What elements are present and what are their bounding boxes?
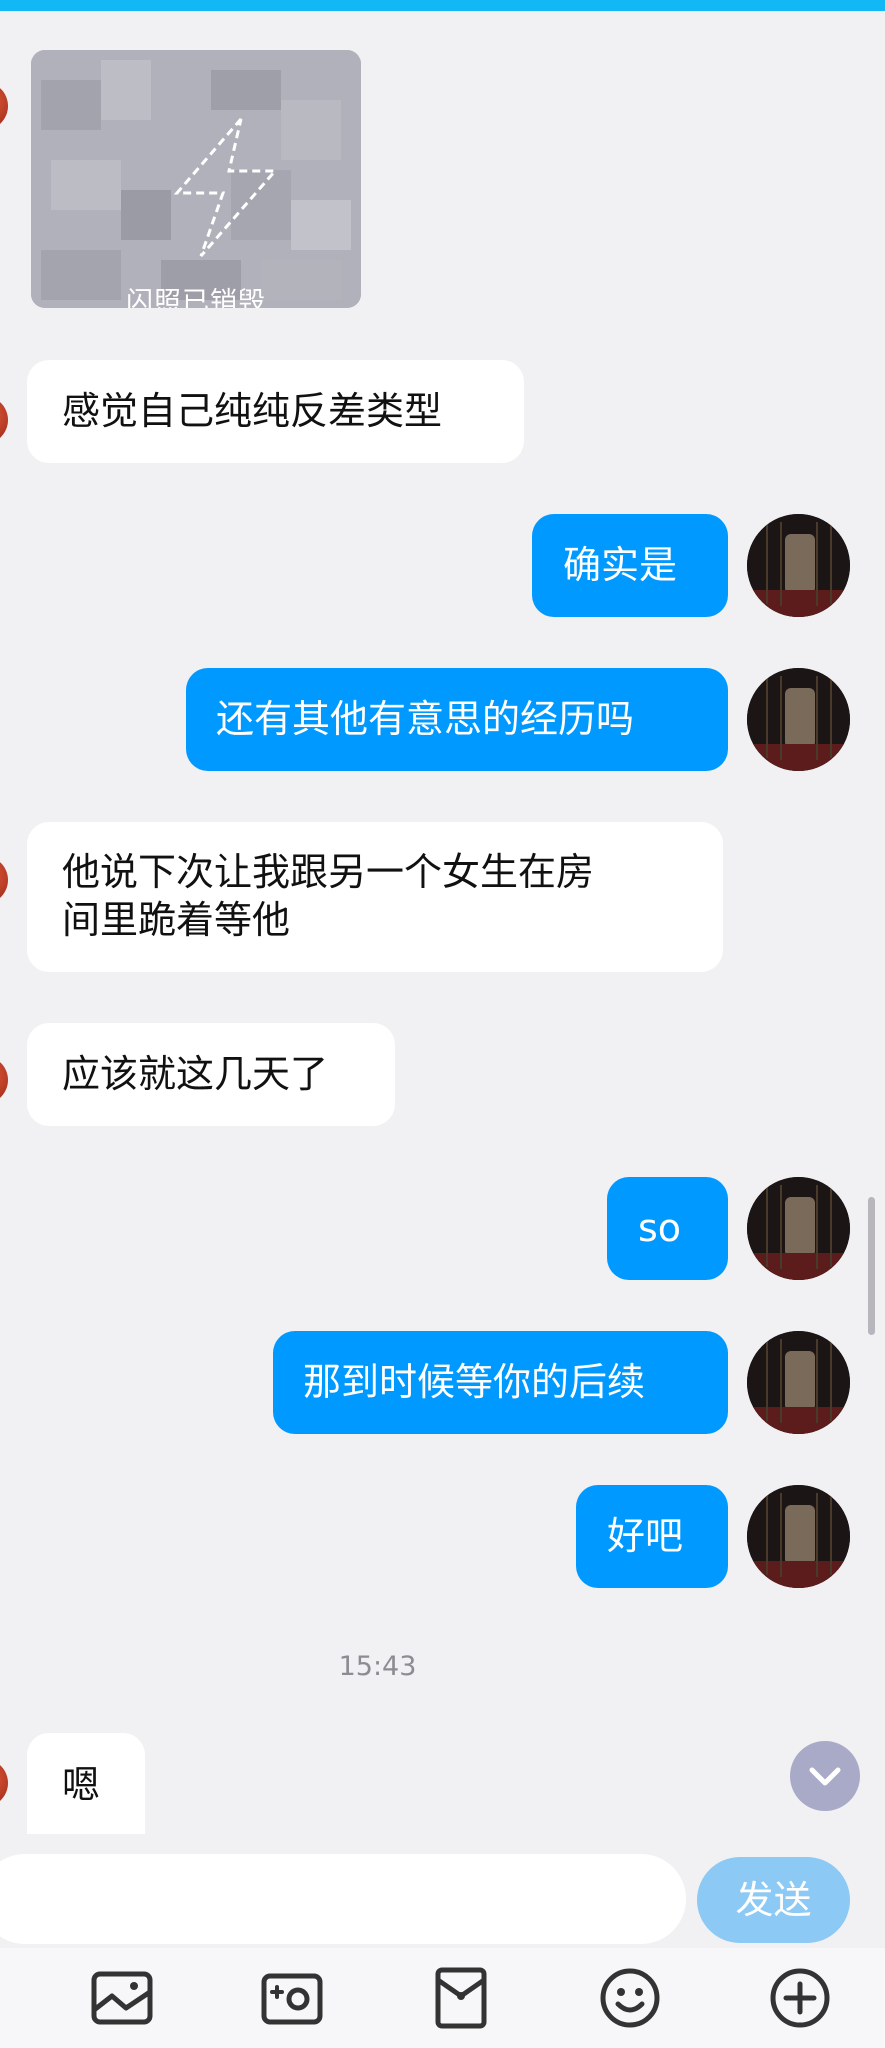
chevron-down-icon: [809, 1767, 841, 1786]
message-bubble-incoming[interactable]: 他说下次让我跟另一个女生在房 间里跪着等他: [27, 822, 723, 972]
camera-icon[interactable]: [260, 1966, 324, 2030]
bottom-toolbar: [0, 1948, 885, 2048]
self-avatar[interactable]: [747, 1331, 850, 1434]
message-timestamp: 15:43: [338, 1651, 417, 1682]
peer-avatar[interactable]: [0, 1056, 8, 1104]
scrollbar-thumb[interactable]: [868, 1197, 875, 1335]
self-avatar[interactable]: [747, 1485, 850, 1588]
message-text: 应该就这几天了: [62, 1052, 329, 1096]
message-input[interactable]: [0, 1854, 686, 1944]
self-avatar[interactable]: [747, 514, 850, 617]
scroll-to-bottom-button[interactable]: [790, 1741, 860, 1811]
message-text: 还有其他有意思的经历吗: [216, 697, 635, 741]
message-text: 嗯: [62, 1763, 101, 1807]
message-bubble-incoming[interactable]: 嗯: [27, 1733, 145, 1845]
red-packet-icon[interactable]: [429, 1966, 493, 2030]
peer-avatar[interactable]: [0, 396, 8, 444]
send-button[interactable]: 发送: [697, 1857, 850, 1943]
message-list[interactable]: 闪照已销毁 感觉自己纯纯反差类型 确实是 还有其他有意思的经历吗 他说下次让我跟…: [0, 11, 885, 1845]
message-text: 确实是: [563, 543, 678, 587]
message-text: 好吧: [607, 1514, 684, 1558]
message-bubble-incoming[interactable]: 应该就这几天了: [27, 1023, 395, 1126]
self-avatar[interactable]: [747, 1177, 850, 1280]
message-text: 那到时候等你的后续: [303, 1360, 646, 1404]
plus-icon[interactable]: [768, 1966, 832, 2030]
emoji-icon[interactable]: [598, 1966, 662, 2030]
input-bar: 发送: [0, 1834, 885, 1948]
message-bubble-outgoing[interactable]: 好吧: [576, 1485, 728, 1588]
message-bubble-outgoing[interactable]: 还有其他有意思的经历吗: [186, 668, 728, 771]
message-text-line: 他说下次让我跟另一个女生在房: [62, 850, 595, 894]
gallery-icon[interactable]: [90, 1966, 154, 2030]
peer-avatar[interactable]: [0, 856, 8, 904]
flash-bolt-icon: [173, 118, 279, 257]
message-bubble-outgoing[interactable]: 确实是: [532, 514, 728, 617]
flash-photo-message[interactable]: 闪照已销毁: [31, 50, 361, 308]
message-bubble-incoming[interactable]: 感觉自己纯纯反差类型: [27, 360, 524, 463]
peer-avatar[interactable]: [0, 82, 8, 130]
message-text-line: 间里跪着等他: [62, 898, 291, 942]
self-avatar[interactable]: [747, 668, 850, 771]
top-accent-bar: [0, 0, 885, 11]
peer-avatar[interactable]: [0, 1759, 8, 1807]
message-text: 感觉自己纯纯反差类型: [62, 389, 443, 433]
message-text: so: [638, 1206, 682, 1250]
message-bubble-outgoing[interactable]: so: [607, 1177, 728, 1280]
flash-photo-label: 闪照已销毁: [126, 287, 266, 308]
message-bubble-outgoing[interactable]: 那到时候等你的后续: [273, 1331, 728, 1434]
